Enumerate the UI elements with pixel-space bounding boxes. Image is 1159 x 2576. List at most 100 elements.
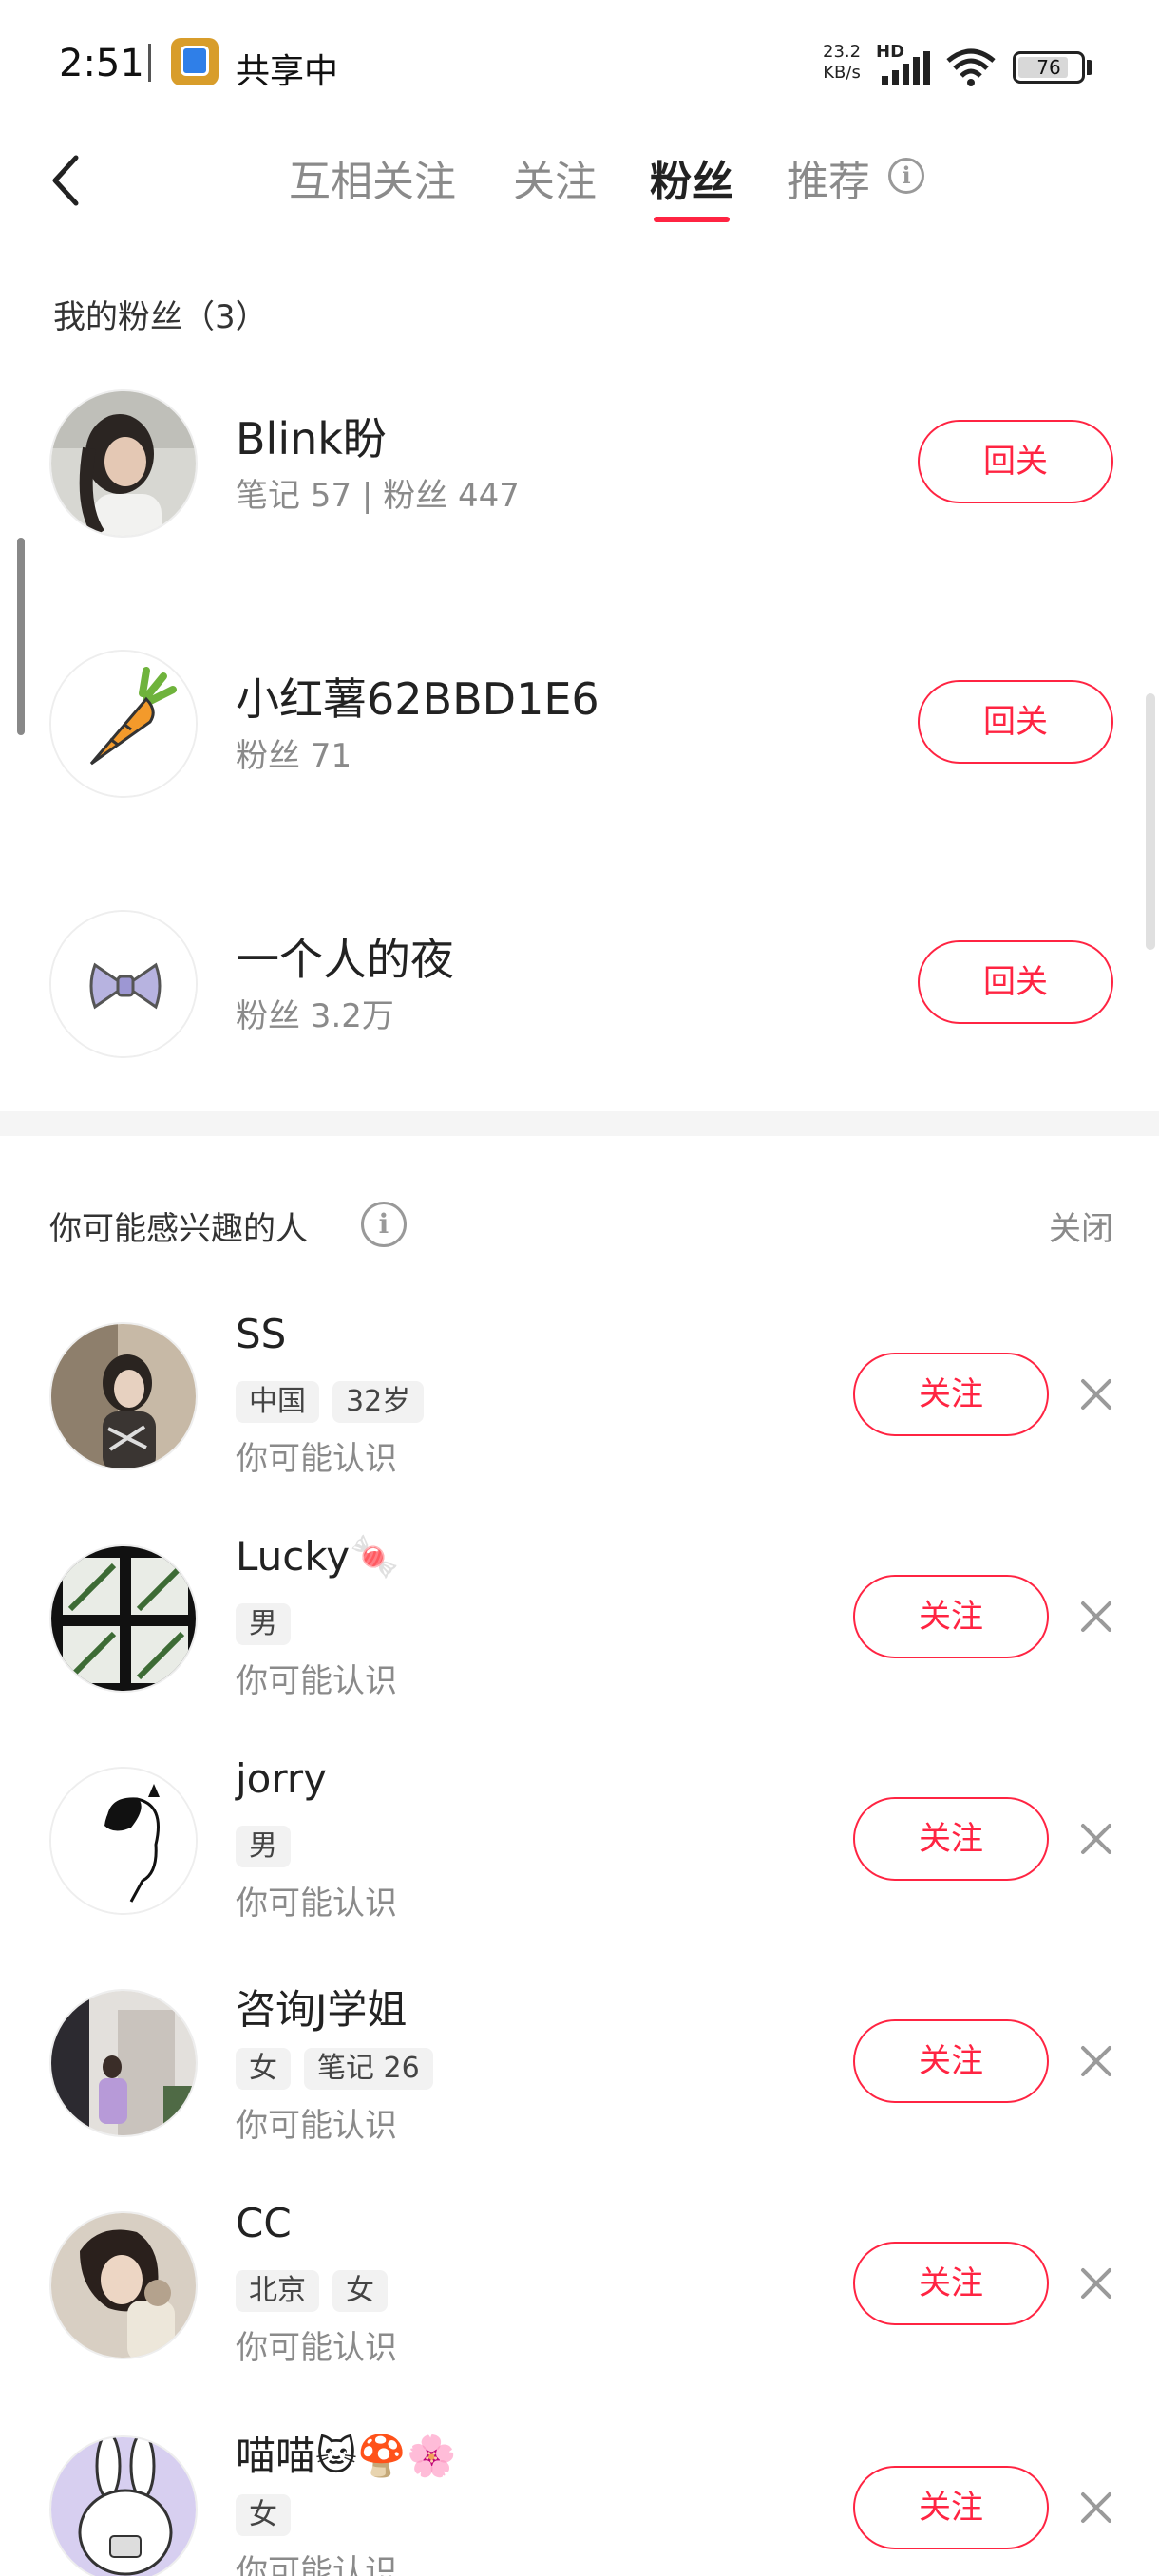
may-know-text: 你可能认识 [236, 1885, 397, 1923]
tag: 女 [236, 2048, 291, 2090]
follow-button[interactable]: 关注 [853, 2466, 1049, 2549]
avatar[interactable] [49, 650, 198, 798]
user-name[interactable]: jorry [236, 1755, 327, 1802]
info-icon[interactable]: i [888, 158, 924, 194]
tag: 女 [236, 2494, 291, 2536]
user-name[interactable]: CC [236, 2200, 292, 2246]
avatar[interactable] [49, 389, 198, 538]
suggestion-row[interactable]: 咨询J学姐 女 笔记 26 你可能认识 关注 [0, 1978, 1159, 2168]
avatar[interactable] [49, 2211, 198, 2359]
user-name[interactable]: SS [236, 1311, 286, 1357]
signal-icon [882, 51, 930, 85]
battery-level: 76 [1036, 56, 1061, 79]
tag: 中国 [236, 1381, 319, 1423]
avatar[interactable] [49, 1767, 198, 1915]
follow-button[interactable]: 关注 [853, 2019, 1049, 2103]
avatar[interactable] [49, 910, 198, 1058]
may-know-text: 你可能认识 [236, 2107, 397, 2145]
follow-button[interactable]: 关注 [853, 1575, 1049, 1658]
fan-meta: 笔记 57 | 粉丝 447 [236, 477, 520, 515]
tab-following[interactable]: 关注 [513, 147, 597, 208]
tab-recommend[interactable]: 推荐 [787, 147, 870, 208]
battery-icon: 76 [1013, 51, 1085, 84]
user-name-text: CC [236, 2200, 292, 2246]
tag: 男 [236, 1826, 291, 1867]
battery-tip [1087, 60, 1092, 75]
network-speed: 23.2 KB/s [823, 42, 861, 84]
scrollbar[interactable] [1146, 693, 1155, 950]
may-know-text: 你可能认识 [236, 2553, 397, 2576]
section-divider [0, 1111, 1159, 1136]
tag: 女 [332, 2270, 388, 2312]
dismiss-icon[interactable] [1079, 1822, 1113, 1856]
back-arrow-icon[interactable] [48, 152, 86, 209]
follow-button[interactable]: 关注 [853, 1353, 1049, 1436]
follow-back-button[interactable]: 回关 [918, 680, 1113, 764]
user-name-text: jorry [236, 1755, 328, 1802]
may-know-text: 你可能认识 [236, 1662, 397, 1700]
tag-row: 中国 32岁 [236, 1381, 425, 1423]
dismiss-icon[interactable] [1079, 2044, 1113, 2078]
suggestion-row[interactable]: CC 北京 女 你可能认识 关注 [0, 2200, 1159, 2390]
fan-row[interactable]: 小红薯62BBD1E6 粉丝 71 回关 [0, 640, 1159, 811]
dismiss-icon[interactable] [1079, 1600, 1113, 1634]
suggestions-title: 你可能感兴趣的人 [49, 1210, 308, 1248]
avatar[interactable] [49, 1322, 198, 1470]
user-name-text: 咨询J学姐 [236, 1986, 408, 2033]
user-name[interactable]: 咨询J学姐 [236, 1978, 407, 2036]
tag-row: 北京 女 [236, 2270, 388, 2312]
may-know-text: 你可能认识 [236, 2329, 397, 2367]
user-name-text: Lucky [236, 1533, 351, 1580]
avatar[interactable] [49, 2435, 198, 2576]
carrot-icon [51, 652, 196, 796]
user-name[interactable]: Lucky🍬 [236, 1533, 399, 1581]
suggestion-row[interactable]: Lucky🍬 男 你可能认识 关注 [0, 1533, 1159, 1723]
dismiss-icon[interactable] [1079, 2491, 1113, 2525]
dismiss-icon[interactable] [1079, 1377, 1113, 1411]
user-name-text: SS [236, 1311, 287, 1357]
follow-back-button[interactable]: 回关 [918, 420, 1113, 503]
fan-meta: 粉丝 3.2万 [236, 997, 394, 1035]
fan-row[interactable]: Blink盼 笔记 57 | 粉丝 447 回关 [0, 380, 1159, 551]
suggestion-row[interactable]: 喵喵🐱🍄🌸 女 你可能认识 关注 [0, 2424, 1159, 2576]
tag-row: 男 [236, 1603, 291, 1645]
close-suggestions-link[interactable]: 关闭 [1049, 1203, 1113, 1249]
share-status-text: 共享中 [236, 52, 339, 91]
follow-back-button[interactable]: 回关 [918, 940, 1113, 1024]
fan-row[interactable]: 一个人的夜 粉丝 3.2万 回关 [0, 900, 1159, 1071]
tag: 32岁 [332, 1381, 425, 1423]
follow-button[interactable]: 关注 [853, 2242, 1049, 2325]
name-emoji: 🍬 [350, 1533, 400, 1580]
fan-name[interactable]: 一个人的夜 [236, 925, 454, 988]
network-speed-value: 23.2 [823, 42, 862, 62]
user-name-text: 喵喵 [236, 2433, 316, 2479]
tag: 北京 [236, 2270, 319, 2312]
user-name[interactable]: 喵喵🐱🍄🌸 [236, 2424, 456, 2482]
tab-fans[interactable]: 粉丝 [650, 147, 733, 208]
dismiss-icon[interactable] [1079, 2266, 1113, 2301]
active-tab-indicator [654, 217, 730, 222]
suggestion-row[interactable]: SS 中国 32岁 你可能认识 关注 [0, 1311, 1159, 1501]
fan-meta: 粉丝 71 [236, 737, 352, 775]
scroll-indicator[interactable] [17, 538, 25, 735]
fan-name[interactable]: 小红薯62BBD1E6 [236, 665, 599, 728]
network-speed-unit: KB/s [823, 63, 861, 83]
may-know-text: 你可能认识 [236, 1440, 397, 1478]
fans-section-title: 我的粉丝（3） [53, 298, 268, 336]
status-divider [148, 44, 151, 82]
tag-row: 女 [236, 2494, 291, 2536]
follow-button[interactable]: 关注 [853, 1797, 1049, 1881]
avatar[interactable] [49, 1544, 198, 1693]
tag-row: 女 笔记 26 [236, 2048, 433, 2090]
tag: 男 [236, 1603, 291, 1645]
info-icon[interactable]: i [361, 1202, 407, 1247]
tag-row: 男 [236, 1826, 291, 1867]
wifi-icon [946, 48, 996, 86]
tag: 笔记 26 [304, 2048, 433, 2090]
avatar[interactable] [49, 1989, 198, 2137]
tab-mutual-follow[interactable]: 互相关注 [289, 147, 456, 208]
name-emoji: 🐱🍄🌸 [315, 2433, 457, 2479]
fan-name[interactable]: Blink盼 [236, 405, 387, 467]
bow-icon [51, 912, 196, 1056]
suggestion-row[interactable]: jorry 男 你可能认识 关注 [0, 1755, 1159, 1945]
